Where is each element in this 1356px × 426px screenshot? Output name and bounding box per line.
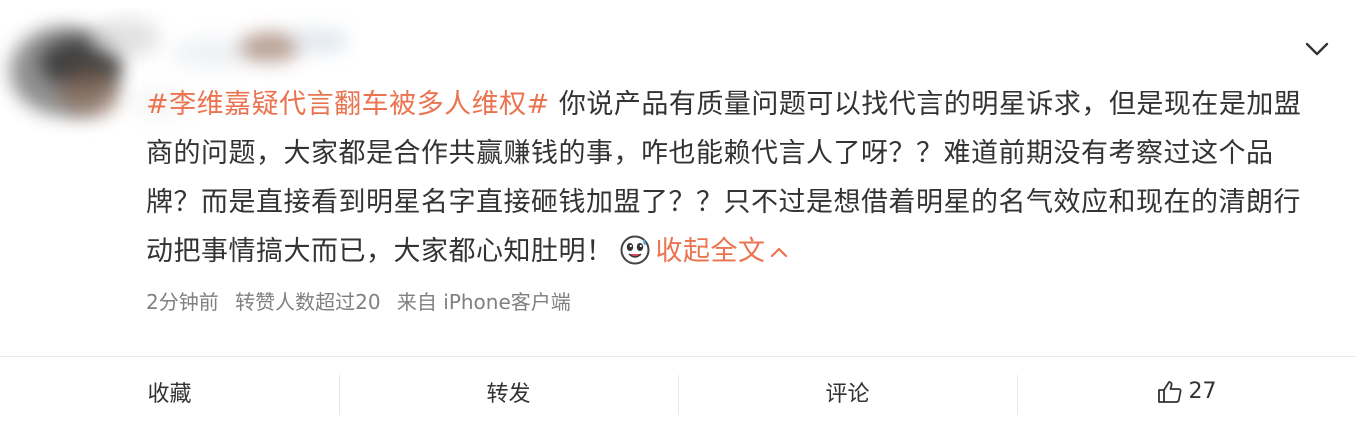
comment-button[interactable]: 评论 xyxy=(678,357,1017,426)
collapse-label: 收起全文 xyxy=(655,236,766,267)
repost-like-summary: 转赞人数超过20 xyxy=(235,290,381,314)
post-meta: 2分钟前 转赞人数超过20 来自 iPhone客户端 xyxy=(146,286,581,315)
comment-label: 评论 xyxy=(825,381,870,407)
like-count: 27 xyxy=(1188,379,1217,404)
sweat-smile-emoji-icon xyxy=(620,232,650,265)
favorite-button[interactable]: 收藏 xyxy=(0,357,339,426)
favorite-label: 收藏 xyxy=(147,381,192,407)
thumbs-up-icon xyxy=(1157,380,1181,403)
post-actions-bar: 收藏 转发 评论 27 xyxy=(0,357,1356,426)
repost-button[interactable]: 转发 xyxy=(339,357,678,426)
like-button[interactable]: 27 xyxy=(1017,357,1356,426)
weibo-post-card: #李维嘉疑代言翻车被多人维权# 你说产品有质量问题可以找代言的明星诉求，但是现在… xyxy=(0,0,1356,426)
post-source[interactable]: 来自 iPhone客户端 xyxy=(397,290,571,314)
repost-label: 转发 xyxy=(486,381,531,407)
post-time[interactable]: 2分钟前 xyxy=(146,290,219,314)
topic-hashtag-link[interactable]: #李维嘉疑代言翻车被多人维权# xyxy=(146,89,550,120)
collapse-full-text-link[interactable]: 收起全文 xyxy=(656,236,790,267)
chevron-up-icon xyxy=(770,247,787,257)
post-content: #李维嘉疑代言翻车被多人维权# 你说产品有质量问题可以找代言的明星诉求，但是现在… xyxy=(146,80,1326,276)
more-options-chevron-icon[interactable] xyxy=(1300,34,1334,64)
